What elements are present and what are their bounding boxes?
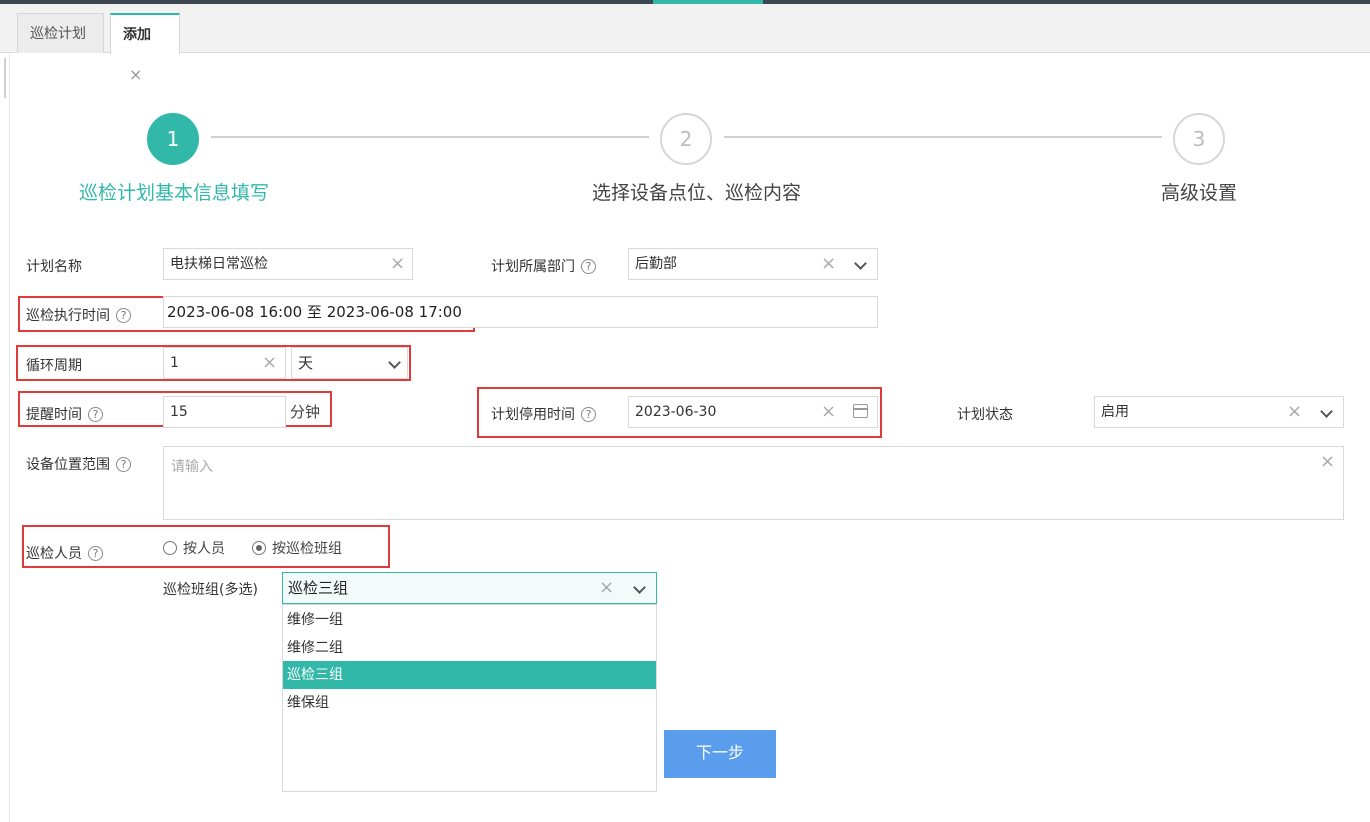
cycle-label: 循环周期 <box>26 358 82 374</box>
close-icon[interactable]: × <box>599 573 614 603</box>
help-icon[interactable]: ? <box>581 406 596 422</box>
tab-strip: 巡检计划 添加× <box>0 4 1370 84</box>
step-3-circle: 3 <box>1173 113 1225 165</box>
close-icon[interactable]: × <box>1320 449 1335 475</box>
inspector-label-text: 巡检人员 <box>26 546 82 562</box>
help-icon[interactable]: ? <box>88 545 103 561</box>
close-icon[interactable]: × <box>129 55 142 95</box>
cycle-number-value: 1 <box>170 355 179 371</box>
team-label: 巡检班组(多选) <box>163 582 258 598</box>
location-placeholder: 请输入 <box>171 459 213 475</box>
help-icon[interactable]: ? <box>88 406 103 422</box>
radio-circle-checked[interactable] <box>252 541 266 555</box>
cycle-unit-value: 天 <box>298 354 314 372</box>
stop-time-label-text: 计划停用时间 <box>491 407 575 423</box>
left-divider <box>9 53 10 822</box>
tab-add[interactable]: 添加× <box>110 13 180 84</box>
dropdown-option[interactable]: 维保组 <box>283 689 656 717</box>
close-icon[interactable]: × <box>821 397 836 427</box>
help-icon[interactable]: ? <box>581 258 596 274</box>
exec-time-label: 巡检执行时间? <box>26 305 131 325</box>
status-label: 计划状态 <box>957 407 1013 423</box>
team-select[interactable]: 巡检三组 × <box>282 572 657 604</box>
left-scroll-mark <box>4 58 6 98</box>
tab-label: 添加 <box>123 27 151 43</box>
radio-label: 按人员 <box>183 541 225 557</box>
help-icon[interactable]: ? <box>116 456 131 472</box>
location-textarea[interactable]: 请输入 × <box>163 446 1344 520</box>
reminder-label-text: 提醒时间 <box>26 407 82 423</box>
tab-label: 巡检计划 <box>30 26 86 42</box>
step-connector <box>724 136 1162 138</box>
next-step-button[interactable]: 下一步 <box>664 730 776 778</box>
radio-label: 按巡检班组 <box>272 541 342 557</box>
reminder-value: 15 <box>170 404 188 420</box>
reminder-unit: 分钟 <box>290 403 321 421</box>
department-label: 计划所属部门? <box>491 256 596 276</box>
team-value: 巡检三组 <box>288 579 349 597</box>
close-icon[interactable]: × <box>262 348 277 378</box>
cycle-number-input[interactable]: 1 × <box>163 347 286 379</box>
plan-name-label: 计划名称 <box>26 259 82 275</box>
status-value: 启用 <box>1101 404 1129 420</box>
step-1-label: 巡检计划基本信息填写 <box>79 182 270 204</box>
radio-by-team[interactable]: 按巡检班组 <box>252 538 342 558</box>
stop-time-value: 2023-06-30 <box>635 404 717 420</box>
help-icon[interactable]: ? <box>116 307 131 323</box>
cycle-unit-select[interactable]: 天 <box>291 347 408 379</box>
step-connector <box>211 136 649 138</box>
exec-time-label-text: 巡检执行时间 <box>26 308 110 324</box>
reminder-input[interactable]: 15 <box>163 396 286 428</box>
location-label: 设备位置范围? <box>26 454 131 474</box>
step-2-circle: 2 <box>660 113 712 165</box>
stop-time-date-input[interactable]: 2023-06-30 × <box>628 396 878 428</box>
close-icon[interactable]: × <box>1287 397 1302 427</box>
stop-time-label: 计划停用时间? <box>491 404 596 424</box>
close-icon[interactable]: × <box>390 249 405 279</box>
team-dropdown: 维修一组 维修二组 巡检三组 维保组 <box>282 604 657 792</box>
calendar-icon[interactable] <box>853 404 868 418</box>
status-select[interactable]: 启用 × <box>1094 396 1344 428</box>
dropdown-option[interactable]: 维修二组 <box>283 634 656 662</box>
dropdown-option-selected[interactable]: 巡检三组 <box>283 661 656 689</box>
chevron-down-icon[interactable] <box>854 257 867 270</box>
dropdown-option[interactable]: 维修一组 <box>283 606 656 634</box>
tab-inspection-plan[interactable]: 巡检计划 <box>17 13 104 53</box>
exec-time-range-input[interactable]: 2023-06-08 16:00 至 2023-06-08 17:00 <box>163 296 878 328</box>
chevron-down-icon[interactable] <box>1320 405 1333 418</box>
step-2-label: 选择设备点位、巡检内容 <box>592 182 802 204</box>
chevron-down-icon[interactable] <box>633 581 646 594</box>
inspector-label: 巡检人员? <box>26 543 103 563</box>
chevron-down-icon[interactable] <box>388 356 401 369</box>
step-1-circle: 1 <box>147 113 199 165</box>
plan-name-input[interactable]: 电扶梯日常巡检 × <box>163 248 413 280</box>
reminder-label: 提醒时间? <box>26 404 103 424</box>
step-3-label: 高级设置 <box>1161 182 1238 204</box>
close-icon[interactable]: × <box>821 249 836 279</box>
department-select[interactable]: 后勤部 × <box>628 248 878 280</box>
location-label-text: 设备位置范围 <box>26 457 110 473</box>
radio-circle[interactable] <box>163 541 177 555</box>
radio-by-person[interactable]: 按人员 <box>163 538 225 558</box>
plan-name-value: 电扶梯日常巡检 <box>170 256 268 272</box>
exec-time-value: 2023-06-08 16:00 至 2023-06-08 17:00 <box>167 303 462 321</box>
department-value: 后勤部 <box>635 256 677 272</box>
department-label-text: 计划所属部门 <box>491 259 575 275</box>
